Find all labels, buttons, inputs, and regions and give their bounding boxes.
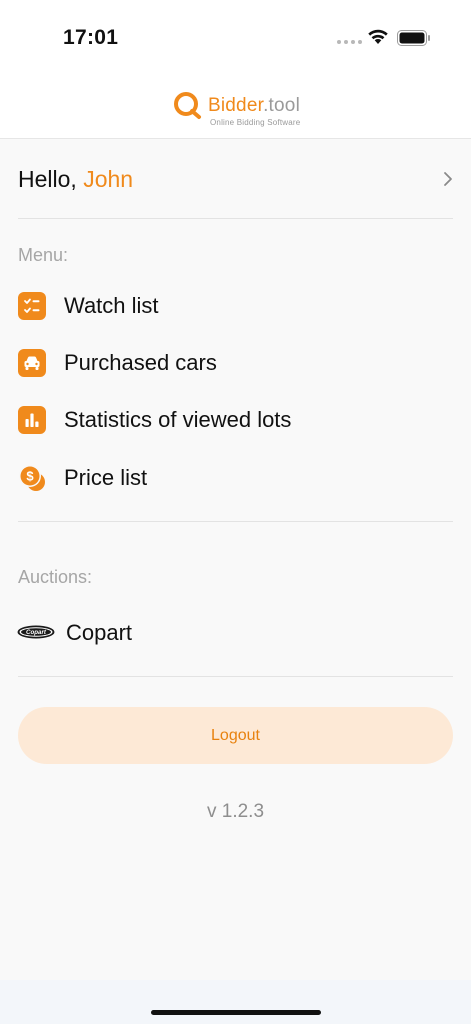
svg-text:$: $ <box>26 469 34 484</box>
auction-item-label: Copart <box>66 620 133 645</box>
logo-ring-icon <box>174 92 201 119</box>
app-screen: 17:01 Bidder.tool Online Bidding Softwar… <box>0 0 471 1024</box>
auction-item-copart[interactable]: Copart Copart <box>0 608 471 658</box>
bar-chart-icon <box>18 406 46 434</box>
divider <box>18 218 453 219</box>
copart-logo-icon: Copart <box>17 625 55 639</box>
logout-button[interactable]: Logout <box>18 707 453 764</box>
divider <box>18 521 453 522</box>
version-text: v 1.2.3 <box>206 801 265 822</box>
chevron-right-icon <box>444 172 452 186</box>
status-time: 17:01 <box>63 26 119 49</box>
menu-item-label: Purchased cars <box>64 350 217 375</box>
app-header: Bidder.tool Online Bidding Software <box>0 76 471 139</box>
logo-name: Bidder.tool <box>208 95 300 116</box>
menu-section-title: Menu: <box>18 245 69 265</box>
wifi-icon <box>368 29 388 44</box>
menu-item-statistics[interactable]: Statistics of viewed lots <box>0 395 471 445</box>
menu-item-label: Watch list <box>64 293 159 318</box>
dollar-coins-icon: $ <box>19 465 45 491</box>
logo-tagline: Online Bidding Software <box>210 118 301 127</box>
car-icon <box>18 349 46 377</box>
auctions-section-title: Auctions: <box>18 567 93 587</box>
svg-text:Copart: Copart <box>26 629 47 636</box>
checklist-icon <box>18 292 46 320</box>
menu-item-watch-list[interactable]: Watch list <box>0 281 471 331</box>
divider <box>18 676 453 677</box>
menu-item-label: Price list <box>64 465 148 490</box>
menu-item-purchased-cars[interactable]: Purchased cars <box>0 338 471 388</box>
home-indicator-area <box>0 980 471 1024</box>
cellular-dots-icon <box>337 40 362 44</box>
status-bar: 17:01 <box>0 0 471 76</box>
greeting-text: Hello, John <box>18 166 134 192</box>
home-indicator[interactable] <box>151 1010 321 1015</box>
profile-row[interactable]: Hello, John <box>0 139 471 219</box>
user-name: John <box>83 166 134 192</box>
menu-item-label: Statistics of viewed lots <box>64 407 292 432</box>
battery-icon <box>397 30 430 46</box>
menu-item-price-list[interactable]: $ Price list <box>0 453 471 503</box>
